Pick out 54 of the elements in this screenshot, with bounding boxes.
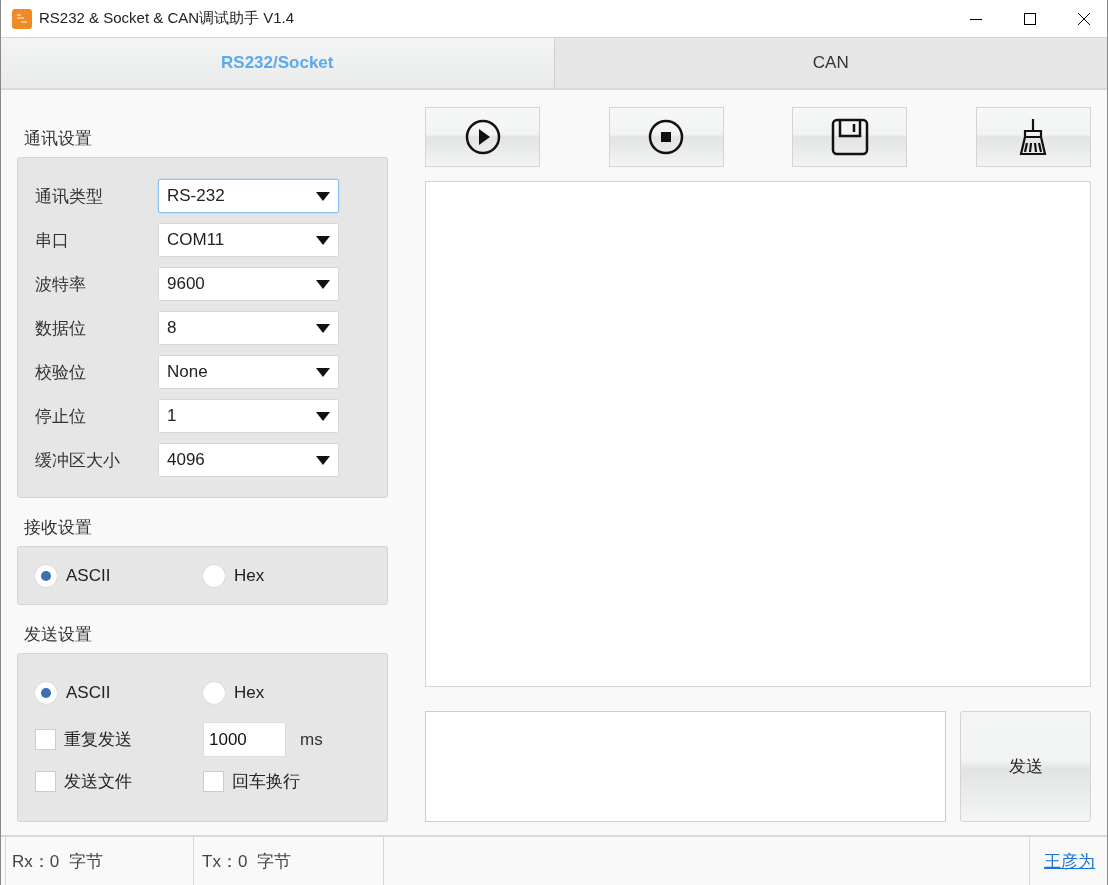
dropdown[interactable]: None [158,355,339,389]
unit-label: ms [300,729,323,750]
dropdown[interactable]: RS-232 [158,179,339,213]
dropdown[interactable]: 8 [158,311,339,345]
checkbox[interactable] [35,729,56,750]
dropdown-arrow-icon [316,455,330,465]
field-label: 缓冲区大小 [35,449,120,472]
field-label: 通讯类型 [35,185,103,208]
dropdown[interactable]: 4096 [158,443,339,477]
stop-button[interactable] [608,107,724,167]
interval-field[interactable]: 1000 [203,722,286,757]
app-logo-icon [12,8,32,29]
send-button[interactable]: 发送 [960,711,1091,822]
window-title: RS232 & Socket & CAN调试助手 V1.4 [39,9,296,28]
radio-button[interactable] [203,682,225,704]
field-label: 数据位 [35,317,86,340]
radio-label: Hex [234,565,265,586]
close-icon[interactable] [1077,11,1091,26]
field-label: 停止位 [35,405,86,428]
radio-button[interactable] [35,682,57,704]
group-title: 通讯设置 [24,128,93,150]
start-button[interactable] [425,107,540,167]
dropdown-arrow-icon [316,367,330,377]
radio-label: ASCII [66,565,111,586]
dropdown[interactable]: 9600 [158,267,339,301]
author-link[interactable]: 王彦为 [1044,849,1095,873]
dropdown-arrow-icon [316,323,330,333]
group-title: 发送设置 [24,624,93,646]
dropdown[interactable]: 1 [158,399,339,433]
tx-count: Tx：0 字节 [202,850,291,873]
radio-label: Hex [234,683,265,703]
checkbox-label: 重复发送 [64,729,132,751]
clear-button[interactable] [975,107,1091,167]
field-label: 校验位 [35,361,86,384]
save-button[interactable] [792,107,908,167]
checkbox[interactable] [203,770,224,792]
radio-label: ASCII [66,683,111,703]
radio-button[interactable] [203,564,225,587]
checkbox-label: 发送文件 [64,770,132,793]
send-input-field[interactable] [425,711,946,822]
field-label: 波特率 [35,273,86,296]
field-label: 串口 [35,229,69,252]
group-title: 接收设置 [24,517,93,539]
checkbox[interactable] [35,770,56,792]
radio-button[interactable] [35,564,57,587]
checkbox-label: 回车换行 [232,770,300,793]
rx-count: Rx：0 字节 [12,850,103,873]
dropdown-arrow-icon [316,411,330,421]
dropdown[interactable]: COM11 [158,223,339,257]
dropdown-arrow-icon [316,235,330,245]
dropdown-arrow-icon [316,279,330,289]
maximize-icon[interactable] [1023,11,1037,26]
tab[interactable]: CAN [554,38,1107,88]
dropdown-arrow-icon [316,191,330,201]
